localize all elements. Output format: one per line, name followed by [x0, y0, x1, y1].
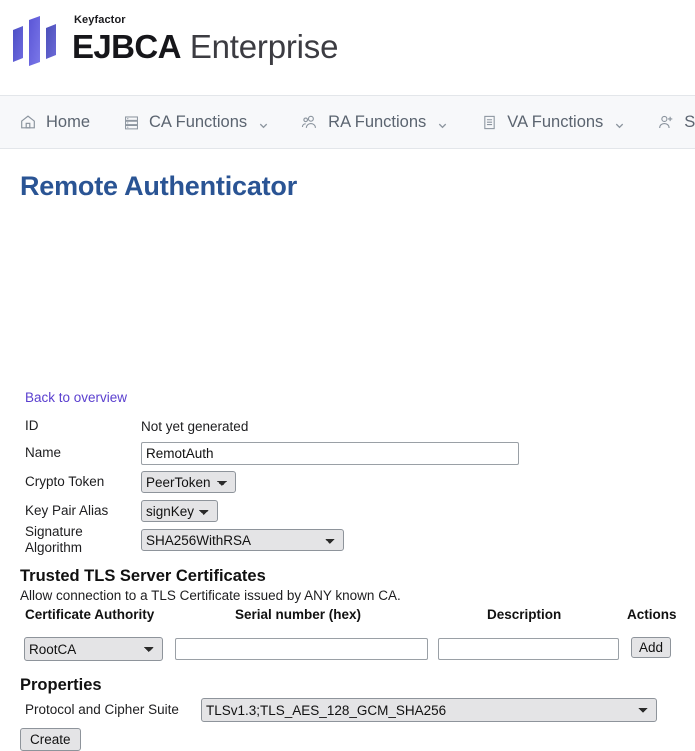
- crypto-token-select[interactable]: PeerToken: [141, 471, 236, 493]
- server-stack-icon: [122, 113, 140, 131]
- brand-product-name: EJBCA: [72, 28, 181, 65]
- page-title: Remote Authenticator: [0, 149, 695, 202]
- trusted-tls-subtext: Allow connection to a TLS Certificate is…: [20, 588, 401, 603]
- nav-item-ra-functions[interactable]: RA Functions: [301, 113, 448, 132]
- app-page: Keyfactor EJBCA Enterprise Home: [0, 0, 695, 614]
- main-content: Remote Authenticator Back to overview ID…: [0, 149, 695, 202]
- nav-item-home[interactable]: Home: [19, 113, 90, 132]
- nav-item-ca-functions[interactable]: CA Functions: [122, 113, 269, 132]
- ejbca-bars-logo-icon: [10, 13, 66, 69]
- add-certificate-button[interactable]: Add: [631, 637, 671, 658]
- nav-item-super-admin[interactable]: Supe: [657, 113, 695, 132]
- chevron-down-icon[interactable]: [614, 117, 625, 128]
- certificate-authority-select[interactable]: RootCA: [24, 637, 163, 661]
- document-icon: [480, 113, 498, 131]
- label-protocol-cipher-suite: Protocol and Cipher Suite: [25, 702, 179, 717]
- serial-number-input[interactable]: [175, 638, 428, 660]
- brand-text: Keyfactor EJBCA Enterprise: [72, 14, 338, 73]
- label-id: ID: [0, 418, 141, 434]
- brand-company: Keyfactor: [74, 14, 338, 27]
- nav-label-ca-functions: CA Functions: [149, 113, 247, 132]
- label-name: Name: [0, 445, 141, 461]
- nav-label-ra-functions: RA Functions: [328, 113, 426, 132]
- label-signature-algorithm: Signature Algorithm: [0, 524, 141, 556]
- chevron-down-icon[interactable]: [437, 117, 448, 128]
- label-key-pair-alias: Key Pair Alias: [0, 503, 141, 519]
- chevron-down-icon[interactable]: [258, 117, 269, 128]
- column-header-actions: Actions: [627, 607, 677, 622]
- name-input[interactable]: [141, 442, 519, 465]
- protocol-cipher-suite-select[interactable]: TLSv1.3;TLS_AES_128_GCM_SHA256: [201, 698, 657, 722]
- authenticator-form: ID Not yet generated Name Crypto Token P…: [0, 414, 695, 555]
- home-icon: [19, 113, 37, 131]
- brand-product-edition: Enterprise: [190, 28, 338, 65]
- users-icon: [301, 113, 319, 131]
- nav-item-va-functions[interactable]: VA Functions: [480, 113, 625, 132]
- user-add-icon: [657, 113, 675, 131]
- nav-label-va-functions: VA Functions: [507, 113, 603, 132]
- form-row-id: ID Not yet generated: [0, 414, 695, 438]
- description-input[interactable]: [438, 638, 619, 660]
- label-crypto-token: Crypto Token: [0, 474, 141, 490]
- form-row-key-pair-alias: Key Pair Alias signKey: [0, 497, 695, 525]
- create-button[interactable]: Create: [20, 728, 81, 751]
- column-header-description: Description: [487, 607, 561, 622]
- nav-label-home: Home: [46, 113, 90, 132]
- signature-algorithm-select[interactable]: SHA256WithRSA: [141, 529, 344, 551]
- column-header-certificate-authority: Certificate Authority: [25, 607, 154, 622]
- back-to-overview-link[interactable]: Back to overview: [25, 390, 127, 405]
- key-pair-alias-select[interactable]: signKey: [141, 500, 218, 522]
- form-row-crypto-token: Crypto Token PeerToken: [0, 468, 695, 496]
- form-row-signature-algorithm: Signature Algorithm SHA256WithRSA: [0, 526, 695, 554]
- main-navbar: Home CA Functions: [0, 95, 695, 149]
- properties-heading: Properties: [20, 676, 102, 695]
- trusted-tls-heading: Trusted TLS Server Certificates: [20, 567, 266, 586]
- table-row: RootCA Add: [0, 637, 695, 661]
- brand-product: EJBCA Enterprise: [72, 28, 338, 73]
- brand-header: Keyfactor EJBCA Enterprise: [0, 0, 695, 95]
- column-header-serial-number: Serial number (hex): [235, 607, 361, 622]
- form-row-name: Name: [0, 439, 695, 467]
- nav-label-super-admin: Supe: [684, 113, 695, 132]
- value-id: Not yet generated: [141, 419, 248, 434]
